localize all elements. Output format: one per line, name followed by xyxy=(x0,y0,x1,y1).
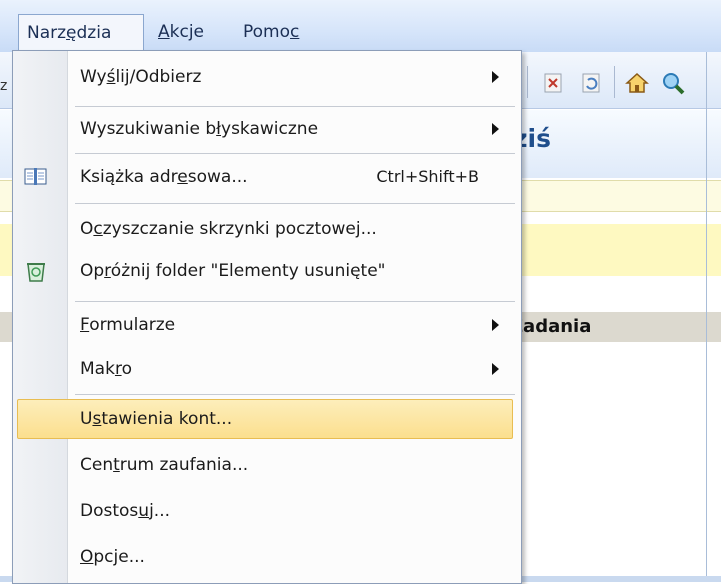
menu-bar: Narzędzia Akcje Pomoc xyxy=(0,0,721,52)
toolbar-separator xyxy=(614,66,615,98)
address-book-icon xyxy=(24,168,47,185)
menu-item-address-book[interactable]: Książka adresowa... Ctrl+Shift+B xyxy=(13,157,521,197)
menu-akcje-label: Akcje xyxy=(158,22,205,42)
toolbar-clipped-text: z xyxy=(0,78,8,94)
menu-separator xyxy=(75,153,515,154)
menu-item-mailbox-cleanup[interactable]: Oczyszczanie skrzynki pocztowej... xyxy=(13,209,521,249)
menu-item-label: Centrum zaufania... xyxy=(80,455,249,475)
menu-separator xyxy=(75,301,515,302)
refresh-icon[interactable] xyxy=(578,70,604,96)
menu-separator xyxy=(75,203,515,204)
toolbar-separator xyxy=(527,66,528,98)
menu-separator xyxy=(75,106,515,107)
tools-dropdown-menu: Wyślij/Odbierz Wyszukiwanie błyskawiczne… xyxy=(12,50,522,584)
menu-narzedzia-label: Narzędzia xyxy=(27,23,112,43)
home-icon[interactable] xyxy=(624,70,650,96)
background-tasks-label: Zadania xyxy=(510,316,592,337)
menu-item-forms[interactable]: Formularze xyxy=(13,305,521,345)
menu-narzedzia[interactable]: Narzędzia xyxy=(18,14,144,50)
menu-item-label: Formularze xyxy=(80,315,176,335)
menu-item-label: Wyślij/Odbierz xyxy=(80,67,202,87)
menu-item-options[interactable]: Opcje... xyxy=(13,537,521,577)
menu-akcje[interactable]: Akcje xyxy=(150,14,230,50)
menu-item-trust-center[interactable]: Centrum zaufania... xyxy=(13,445,521,485)
menu-item-label: Dostosuj... xyxy=(80,501,170,521)
menu-item-label: Makro xyxy=(80,359,132,379)
menu-item-label: Opróżnij folder "Elementy usunięte" xyxy=(80,261,386,281)
background-border xyxy=(706,52,707,582)
menu-item-send-receive[interactable]: Wyślij/Odbierz xyxy=(13,57,521,97)
delete-icon[interactable] xyxy=(540,70,566,96)
menu-item-label: Wyszukiwanie błyskawiczne xyxy=(80,119,319,139)
menu-item-label: Książka adresowa... xyxy=(80,167,248,187)
menu-item-customize[interactable]: Dostosuj... xyxy=(13,491,521,531)
menu-separator xyxy=(75,394,515,395)
menu-item-label: Opcje... xyxy=(80,547,145,567)
search-icon[interactable] xyxy=(660,70,686,96)
recycle-bin-icon xyxy=(27,263,45,282)
shortcut-label: Ctrl+Shift+B xyxy=(376,167,479,186)
menu-pomoc[interactable]: Pomoc xyxy=(235,14,325,50)
menu-item-instant-search[interactable]: Wyszukiwanie błyskawiczne xyxy=(13,109,521,149)
menu-item-account-settings[interactable]: Ustawienia kont... xyxy=(13,399,521,439)
menu-pomoc-label: Pomoc xyxy=(243,22,300,42)
menu-item-label: Ustawienia kont... xyxy=(80,409,233,429)
menu-item-label: Oczyszczanie skrzynki pocztowej... xyxy=(80,219,377,239)
submenu-arrow-icon xyxy=(492,363,499,375)
submenu-arrow-icon xyxy=(492,71,499,83)
menu-item-empty-deleted[interactable]: Opróżnij folder "Elementy usunięte" xyxy=(13,251,521,291)
submenu-arrow-icon xyxy=(492,123,499,135)
submenu-arrow-icon xyxy=(492,319,499,331)
menu-item-macro[interactable]: Makro xyxy=(13,349,521,389)
